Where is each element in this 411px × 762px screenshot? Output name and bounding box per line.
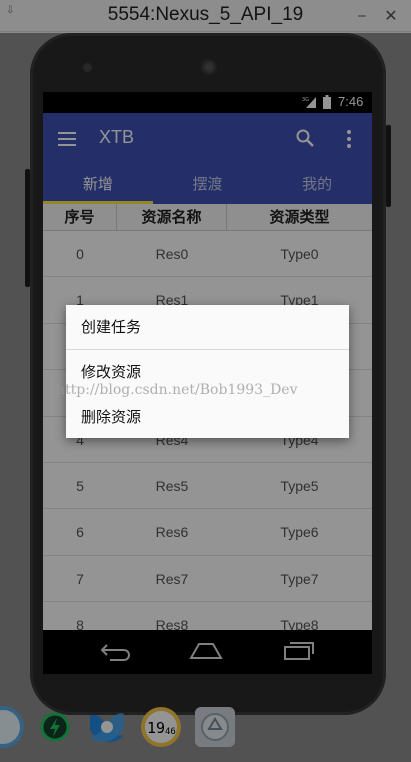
- signal-icon: 3G: [302, 97, 316, 108]
- row-resource-type: Type6: [280, 524, 319, 541]
- more-vert-icon[interactable]: [346, 129, 352, 149]
- back-icon[interactable]: [100, 643, 132, 661]
- recent-apps-icon[interactable]: [283, 641, 315, 661]
- app-bar: XTB 新增 摆渡 我的: [43, 113, 372, 204]
- row-resource-name: Res7: [155, 570, 189, 587]
- clock-hours: 19: [147, 719, 165, 737]
- minimize-button[interactable]: ‒: [352, 6, 372, 26]
- power-button[interactable]: [386, 125, 391, 207]
- recycle-bin-icon[interactable]: [192, 704, 238, 750]
- menu-item-delete-resource[interactable]: 删除资源: [66, 406, 349, 427]
- row-resource-name: Res5: [155, 477, 189, 494]
- front-camera: [83, 63, 92, 72]
- menu-divider: [66, 349, 349, 350]
- browser-app-icon[interactable]: [0, 704, 26, 750]
- earpiece-speaker: [200, 58, 218, 76]
- clock-widget-icon: 19 46: [141, 707, 181, 747]
- window-title: 5554:Nexus_5_API_19: [107, 4, 304, 25]
- volume-button[interactable]: [25, 169, 30, 287]
- emulator-titlebar: ⇩ 5554:Nexus_5_API_19 ‒ ✕: [0, 0, 411, 32]
- tab-bar: 新增 摆渡 我的: [43, 165, 372, 204]
- close-button[interactable]: ✕: [381, 6, 401, 26]
- host-dock: 19 46: [0, 700, 411, 762]
- table-row[interactable]: 5 Res5 Type5: [43, 463, 372, 510]
- row-resource-type: Type0: [280, 246, 319, 262]
- power-app-icon[interactable]: [32, 704, 78, 750]
- header-resource-type: 资源类型: [269, 208, 330, 226]
- clock-minutes: 46: [165, 727, 176, 737]
- row-index: 0: [76, 246, 84, 262]
- row-index: 7: [76, 570, 84, 587]
- header-index: 序号: [43, 204, 117, 230]
- table-row[interactable]: 0 Res0 Type0: [43, 231, 372, 278]
- resource-table: 0Res0Type01Res1Type12Res2Type23Res3Type3…: [43, 231, 372, 649]
- row-index: 5: [76, 477, 84, 494]
- header-resource-name: 资源名称: [117, 204, 227, 230]
- context-menu: 创建任务 修改资源 删除资源: [66, 305, 349, 438]
- status-time: 7:46: [338, 94, 364, 109]
- app-title: XTB: [99, 127, 135, 147]
- tab-add[interactable]: 新增: [43, 165, 153, 204]
- network-type-label: 3G: [302, 97, 309, 103]
- home-icon[interactable]: [189, 642, 223, 660]
- row-resource-name: Res6: [155, 524, 189, 541]
- table-row[interactable]: 7 Res7 Type7: [43, 556, 372, 603]
- watermark: http://blog.csdn.net/Bob1993_Dev: [56, 382, 298, 398]
- tab-mine[interactable]: 我的: [262, 165, 372, 204]
- tab-ferry[interactable]: 摆渡: [153, 165, 263, 204]
- row-resource-type: Type5: [280, 477, 319, 494]
- battery-icon: [323, 95, 331, 109]
- table-row[interactable]: 6 Res6 Type6: [43, 509, 372, 556]
- row-index: 6: [76, 524, 84, 541]
- search-icon[interactable]: [295, 128, 315, 148]
- menu-item-create-task[interactable]: 创建任务: [66, 316, 349, 337]
- navigation-bar: [43, 630, 372, 674]
- row-resource-type: Type7: [280, 570, 319, 587]
- menu-icon[interactable]: [58, 131, 78, 147]
- status-bar: 3G 7:46: [43, 92, 372, 113]
- menu-item-edit-resource[interactable]: 修改资源: [66, 361, 349, 382]
- table-header: 序号 资源名称 资源类型: [43, 204, 372, 231]
- ribbon-app-icon[interactable]: [84, 704, 130, 750]
- row-resource-name: Res0: [155, 246, 189, 262]
